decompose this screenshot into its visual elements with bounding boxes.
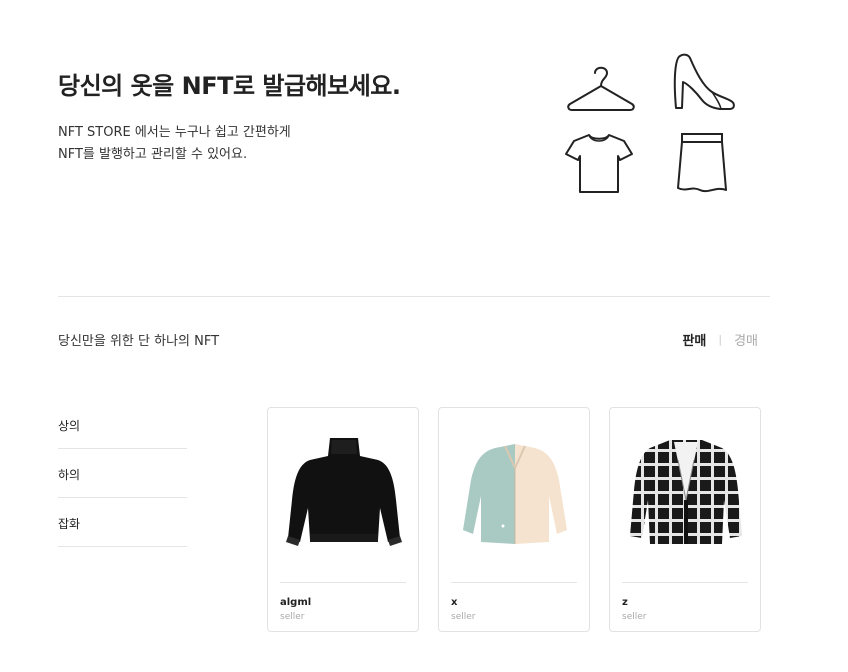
product-image-plaid-cardigan: [622, 430, 750, 570]
card-divider: [622, 582, 748, 583]
category-item-accessories[interactable]: 잡화: [58, 498, 187, 547]
product-image-black-sweater: [280, 430, 408, 570]
hanger-icon: [567, 66, 635, 111]
tab-sale[interactable]: 판매: [682, 330, 706, 349]
product-seller: seller: [451, 612, 476, 622]
sale-auction-toggle: 판매 | 경매: [682, 330, 758, 349]
product-image-mint-beige-cardigan: [451, 430, 579, 570]
product-name: x: [451, 597, 458, 608]
high-heel-icon: [673, 53, 735, 110]
section-title: 당신만을 위한 단 하나의 NFT: [58, 334, 220, 349]
product-name: z: [622, 597, 628, 608]
product-seller: seller: [280, 612, 305, 622]
product-name: algml: [280, 597, 312, 608]
category-list: 상의 하의 잡화: [58, 400, 187, 547]
product-card[interactable]: algml seller: [267, 407, 419, 632]
tab-auction[interactable]: 경매: [734, 330, 758, 349]
clothing-icon-grid: [560, 50, 750, 200]
category-item-bottoms[interactable]: 하의: [58, 449, 187, 498]
skirt-icon: [677, 133, 727, 193]
hero-title: 당신의 옷을 NFT로 발급해보세요.: [58, 72, 401, 100]
t-shirt-icon: [565, 134, 633, 193]
card-divider: [451, 582, 577, 583]
card-divider: [280, 582, 406, 583]
product-card[interactable]: x seller: [438, 407, 590, 632]
toggle-separator: |: [718, 333, 723, 346]
product-seller: seller: [622, 612, 647, 622]
hero-description-line-1: NFT STORE 에서는 누구나 쉽고 간편하게: [58, 125, 291, 140]
product-card[interactable]: z seller: [609, 407, 761, 632]
hero-description-line-2: NFT를 발행하고 관리할 수 있어요.: [58, 147, 248, 162]
category-item-tops[interactable]: 상의: [58, 400, 187, 449]
section-divider: [58, 296, 770, 297]
hero-description: NFT STORE 에서는 누구나 쉽고 간편하게 NFT를 발행하고 관리할 …: [58, 122, 291, 166]
